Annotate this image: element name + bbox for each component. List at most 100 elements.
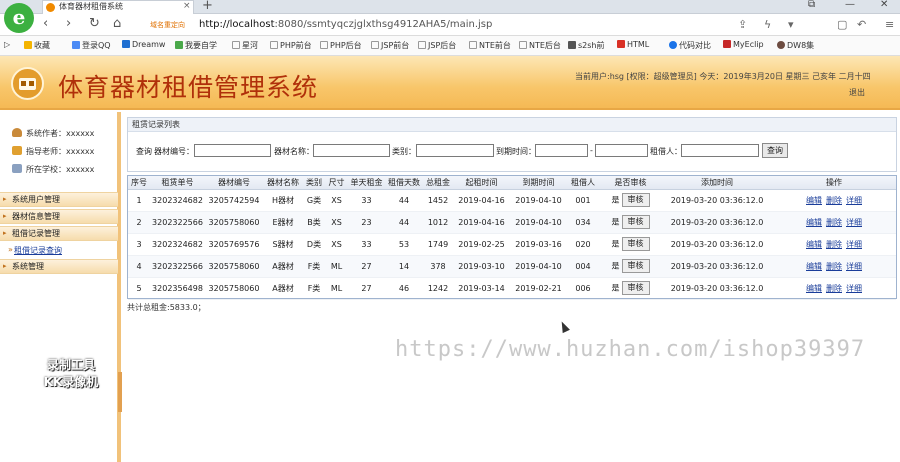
table-cell: E器材 [263,211,303,234]
audit-cell: 是审核 [599,277,662,300]
browser-tab[interactable]: 体育器材租借系统 [42,0,194,14]
bookmark-item[interactable]: 收藏 [24,40,50,51]
table-cell: 1012 [423,211,453,234]
bookmark-item[interactable]: PHP后台 [320,40,362,51]
audit-button[interactable]: 审核 [621,193,650,207]
bookmark-item[interactable]: s2sh前 [568,40,605,51]
sidebar-item-equipment[interactable]: 器材信息管理 [0,209,118,224]
sidebar-item-users[interactable]: 系统用户管理 [0,192,118,207]
category-input[interactable] [416,144,494,157]
delete-link[interactable]: 删除 [826,240,842,249]
table-cell: XS [325,189,348,212]
col-header: 单天租金 [348,176,385,190]
edit-link[interactable]: 编辑 [806,196,822,205]
rent-time-label: 到期时间： [496,147,536,156]
sidebar-item-rentals[interactable]: 租借记录管理 [0,226,118,241]
delete-link[interactable]: 删除 [826,284,842,293]
dropdown-icon[interactable]: ▾ [788,18,794,31]
table-cell: 1749 [423,233,453,256]
bookmark-item[interactable]: 登录QQ [72,40,111,51]
table-cell: 2019-04-10 [510,255,567,278]
detail-link[interactable]: 详细 [846,262,862,271]
bookmark-item[interactable]: 代码对比 [669,40,711,51]
tab-title: 体育器材租借系统 [59,2,123,11]
logout-link[interactable]: 退出 [849,87,865,98]
recorder-badge: 录制工具 KK录像机 [23,357,119,391]
table-cell: 3202322566 [150,211,205,234]
table-row: 5 3202356498 3205758060 A器材 F类 ML 27 46 1242 2019… [128,277,896,300]
date-start-input[interactable] [535,144,588,157]
audit-cell: 是审核 [599,211,662,234]
table-header-row: 序号 租赁单号 器材编号 器材名称 类别 尺寸 单天租金 租借天数 总租金 起租… [128,176,896,190]
edit-link[interactable]: 编辑 [806,218,822,227]
table-cell: S器材 [263,233,303,256]
share-icon[interactable]: ⇪ [738,18,747,31]
delete-link[interactable]: 删除 [826,196,842,205]
bookmark-item[interactable]: HTML [617,40,649,49]
bookmark-item[interactable]: DW8集 [777,40,814,51]
bookmark-item[interactable]: JSP前台 [371,40,409,51]
detail-link[interactable]: 详细 [846,196,862,205]
edit-link[interactable]: 编辑 [806,262,822,271]
table-cell: 2019-03-20 03:36:12.0 [662,255,772,278]
renter-input[interactable] [681,144,759,157]
home-icon[interactable]: ⌂ [113,17,121,31]
audit-button[interactable]: 审核 [621,281,650,295]
app-logo-icon [11,67,44,100]
reload-icon[interactable]: ↻ [89,17,100,31]
delete-link[interactable]: 删除 [826,218,842,227]
detail-link[interactable]: 详细 [846,284,862,293]
table-cell: 1452 [423,189,453,212]
search-button[interactable]: 查询 [762,143,788,158]
equip-no-input[interactable] [194,144,271,157]
table-cell: F类 [303,277,325,300]
bookmark-item[interactable]: PHP前台 [270,40,312,51]
browser-logo-icon[interactable]: e [4,3,34,33]
detail-link[interactable]: 详细 [846,240,862,249]
audit-button[interactable]: 审核 [621,259,650,273]
equip-name-label: 器材名称： [274,147,314,156]
table-cell: 2019-03-20 03:36:12.0 [662,277,772,300]
new-tab-icon[interactable]: + [202,0,213,13]
bookmark-item[interactable]: 星河 [232,40,258,51]
bookmark-item[interactable]: MyEclip [723,40,764,49]
sidebar-item-system[interactable]: 系统管理 [0,259,118,274]
audit-button[interactable]: 审核 [621,237,650,251]
teacher-icon [12,146,22,155]
table-cell: 44 [385,211,423,234]
table-cell: 33 [348,233,385,256]
tab-close-icon[interactable]: × [183,1,191,11]
sidebar-subitem-rental-query[interactable]: 租借记录查询 [8,245,62,256]
restore-icon[interactable]: ⧉ [808,0,815,10]
page-icon[interactable]: ▢ [837,18,847,31]
equip-name-input[interactable] [313,144,390,157]
edit-link[interactable]: 编辑 [806,284,822,293]
date-dash: - [590,146,593,155]
date-end-input[interactable] [595,144,648,157]
table-cell: 2019-03-10 [453,255,510,278]
bookmark-item[interactable]: NTE后台 [519,40,561,51]
table-cell: 3205769576 [205,233,263,256]
table-cell: F类 [303,255,325,278]
back-icon[interactable]: ‹ [43,17,48,31]
audit-button[interactable]: 审核 [621,215,650,229]
bookmark-toggle-icon[interactable]: ▷ [4,40,10,49]
bookmark-item[interactable]: Dreamw [122,40,165,49]
menu-icon[interactable]: ≡ [885,18,894,31]
bookmark-item[interactable]: 我要自学 [175,40,217,51]
watermark-text: https://www.huzhan.com/ishop39397 [395,337,866,362]
forward-icon[interactable]: › [66,17,71,31]
detail-link[interactable]: 详细 [846,218,862,227]
table-cell: 3202324682 [150,189,205,212]
undo-icon[interactable]: ↶ [857,18,866,31]
edit-link[interactable]: 编辑 [806,240,822,249]
minimize-icon[interactable]: — [845,0,855,10]
audit-cell: 是审核 [599,255,662,278]
close-window-icon[interactable]: ✕ [880,0,888,10]
bookmark-item[interactable]: JSP后台 [418,40,456,51]
speed-icon[interactable]: ϟ [764,18,771,31]
delete-link[interactable]: 删除 [826,262,842,271]
url-input[interactable]: http://localhost:8080/ssmtyqczjglxthsg49… [199,19,492,30]
bookmark-item[interactable]: NTE前台 [469,40,511,51]
audit-status: 是 [611,217,620,227]
